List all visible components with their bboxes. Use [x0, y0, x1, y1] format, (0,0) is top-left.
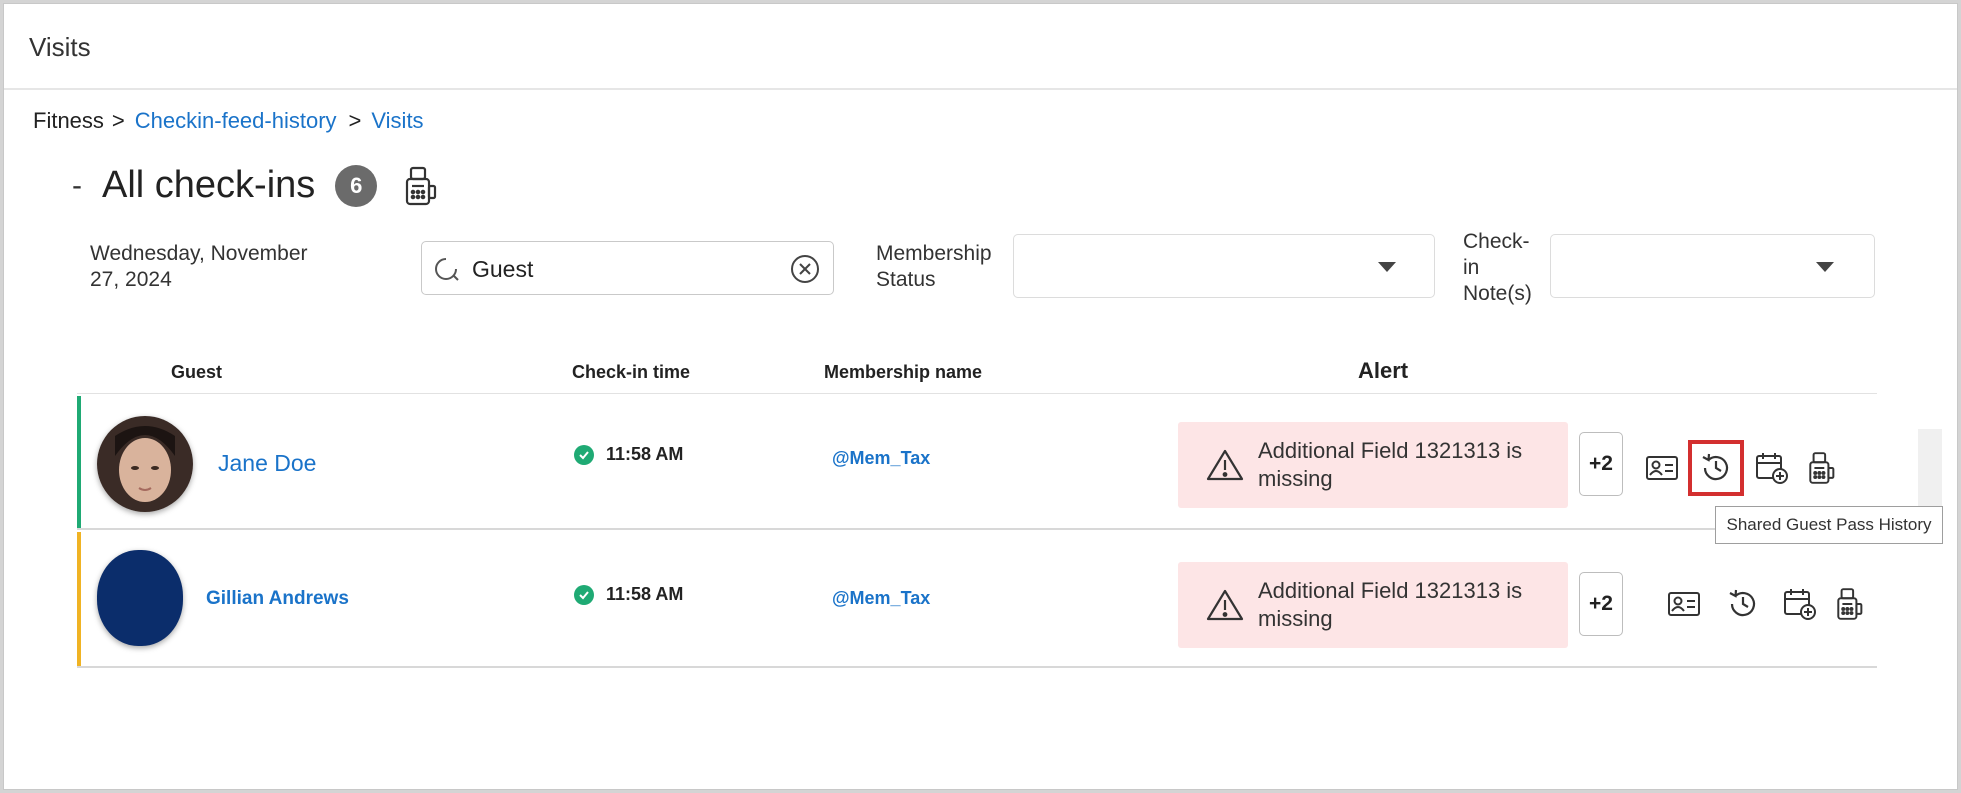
calendar-add-icon[interactable] [1754, 450, 1790, 486]
tooltip: Shared Guest Pass History [1715, 506, 1943, 544]
warning-icon [1206, 588, 1244, 622]
table-row[interactable]: Gillian Andrews 11:58 AM @Mem_Tax Additi… [77, 532, 1877, 668]
breadcrumb-fitness: Fitness [33, 108, 104, 133]
checkin-time: 11:58 AM [574, 584, 683, 605]
date-label: Wednesday, November 27, 2024 [90, 242, 308, 291]
header-guest: Guest [171, 362, 223, 382]
alert-box: Additional Field 1321313 is missing [1178, 562, 1568, 648]
id-card-icon[interactable] [1644, 450, 1680, 486]
membership-status-label: Membership Status [876, 242, 992, 291]
checkin-time-text: 11:58 AM [606, 584, 684, 604]
checkin-time-text: 11:58 AM [606, 444, 684, 464]
filter-bar: Wednesday, November 27, 2024 Membership … [4, 229, 1957, 309]
membership-status-select[interactable] [1013, 234, 1435, 298]
table-row[interactable]: Jane Doe 11:58 AM @Mem_Tax Additional Fi… [77, 396, 1877, 530]
search-field[interactable] [421, 241, 834, 295]
breadcrumb-separator: > [111, 108, 125, 133]
alert-text: Additional Field 1321313 is missing [1258, 438, 1523, 491]
breadcrumb-visits[interactable]: Visits [371, 108, 423, 134]
breadcrumb: Fitness > Checkin-feed-history > Visits [33, 108, 424, 134]
header-alert: Alert [1358, 358, 1409, 383]
search-input[interactable] [472, 250, 772, 288]
calendar-add-icon[interactable] [1782, 586, 1818, 622]
count-badge: 6 [335, 164, 378, 207]
kiosk-icon[interactable] [1803, 450, 1839, 486]
section-heading: - All check-ins 6 [72, 164, 437, 207]
avatar [97, 550, 183, 646]
header-membership-name: Membership name [824, 362, 983, 382]
page-title: All check-ins [102, 164, 316, 206]
checkin-notes-label: Check-in Note(s) [1463, 230, 1532, 305]
avatar [97, 416, 193, 512]
checkin-notes-select[interactable] [1550, 234, 1875, 298]
breadcrumb-checkin-feed-history[interactable]: Checkin-feed-history [135, 108, 337, 134]
collapse-toggle[interactable]: - [72, 170, 82, 201]
row-accent [77, 532, 81, 666]
warning-icon [1206, 448, 1244, 482]
more-alerts-button[interactable]: +2 [1579, 572, 1623, 636]
guest-name-link[interactable]: Jane Doe [218, 450, 316, 477]
breadcrumb-separator: > [348, 108, 362, 133]
checkin-time: 11:58 AM [574, 444, 683, 465]
history-icon[interactable] [1688, 440, 1744, 496]
table-header: Guest Check-in time Membership name Aler… [77, 354, 1877, 394]
history-icon[interactable] [1725, 586, 1761, 622]
header-checkin-time: Check-in time [572, 362, 691, 382]
kiosk-icon[interactable] [1831, 586, 1867, 622]
id-card-icon[interactable] [1666, 586, 1702, 622]
title-bar: Visits [4, 4, 1957, 90]
more-alerts-button[interactable]: +2 [1579, 432, 1623, 496]
clear-search-icon[interactable] [789, 253, 821, 285]
check-circle-icon [574, 444, 594, 465]
kiosk-icon[interactable] [403, 166, 437, 206]
guest-name-link[interactable]: Gillian Andrews [206, 588, 349, 610]
membership-link[interactable]: @Mem_Tax [832, 448, 930, 469]
membership-link[interactable]: @Mem_Tax [832, 588, 930, 609]
search-icon [432, 255, 460, 283]
chevron-down-icon [1378, 262, 1396, 272]
window-title: Visits [29, 32, 91, 62]
chevron-down-icon [1816, 262, 1834, 272]
alert-box: Additional Field 1321313 is missing [1178, 422, 1568, 508]
alert-text: Additional Field 1321313 is missing [1258, 578, 1523, 631]
check-circle-icon [574, 584, 594, 605]
visits-window: Visits Fitness > Checkin-feed-history > … [3, 3, 1958, 790]
row-accent [77, 396, 81, 528]
